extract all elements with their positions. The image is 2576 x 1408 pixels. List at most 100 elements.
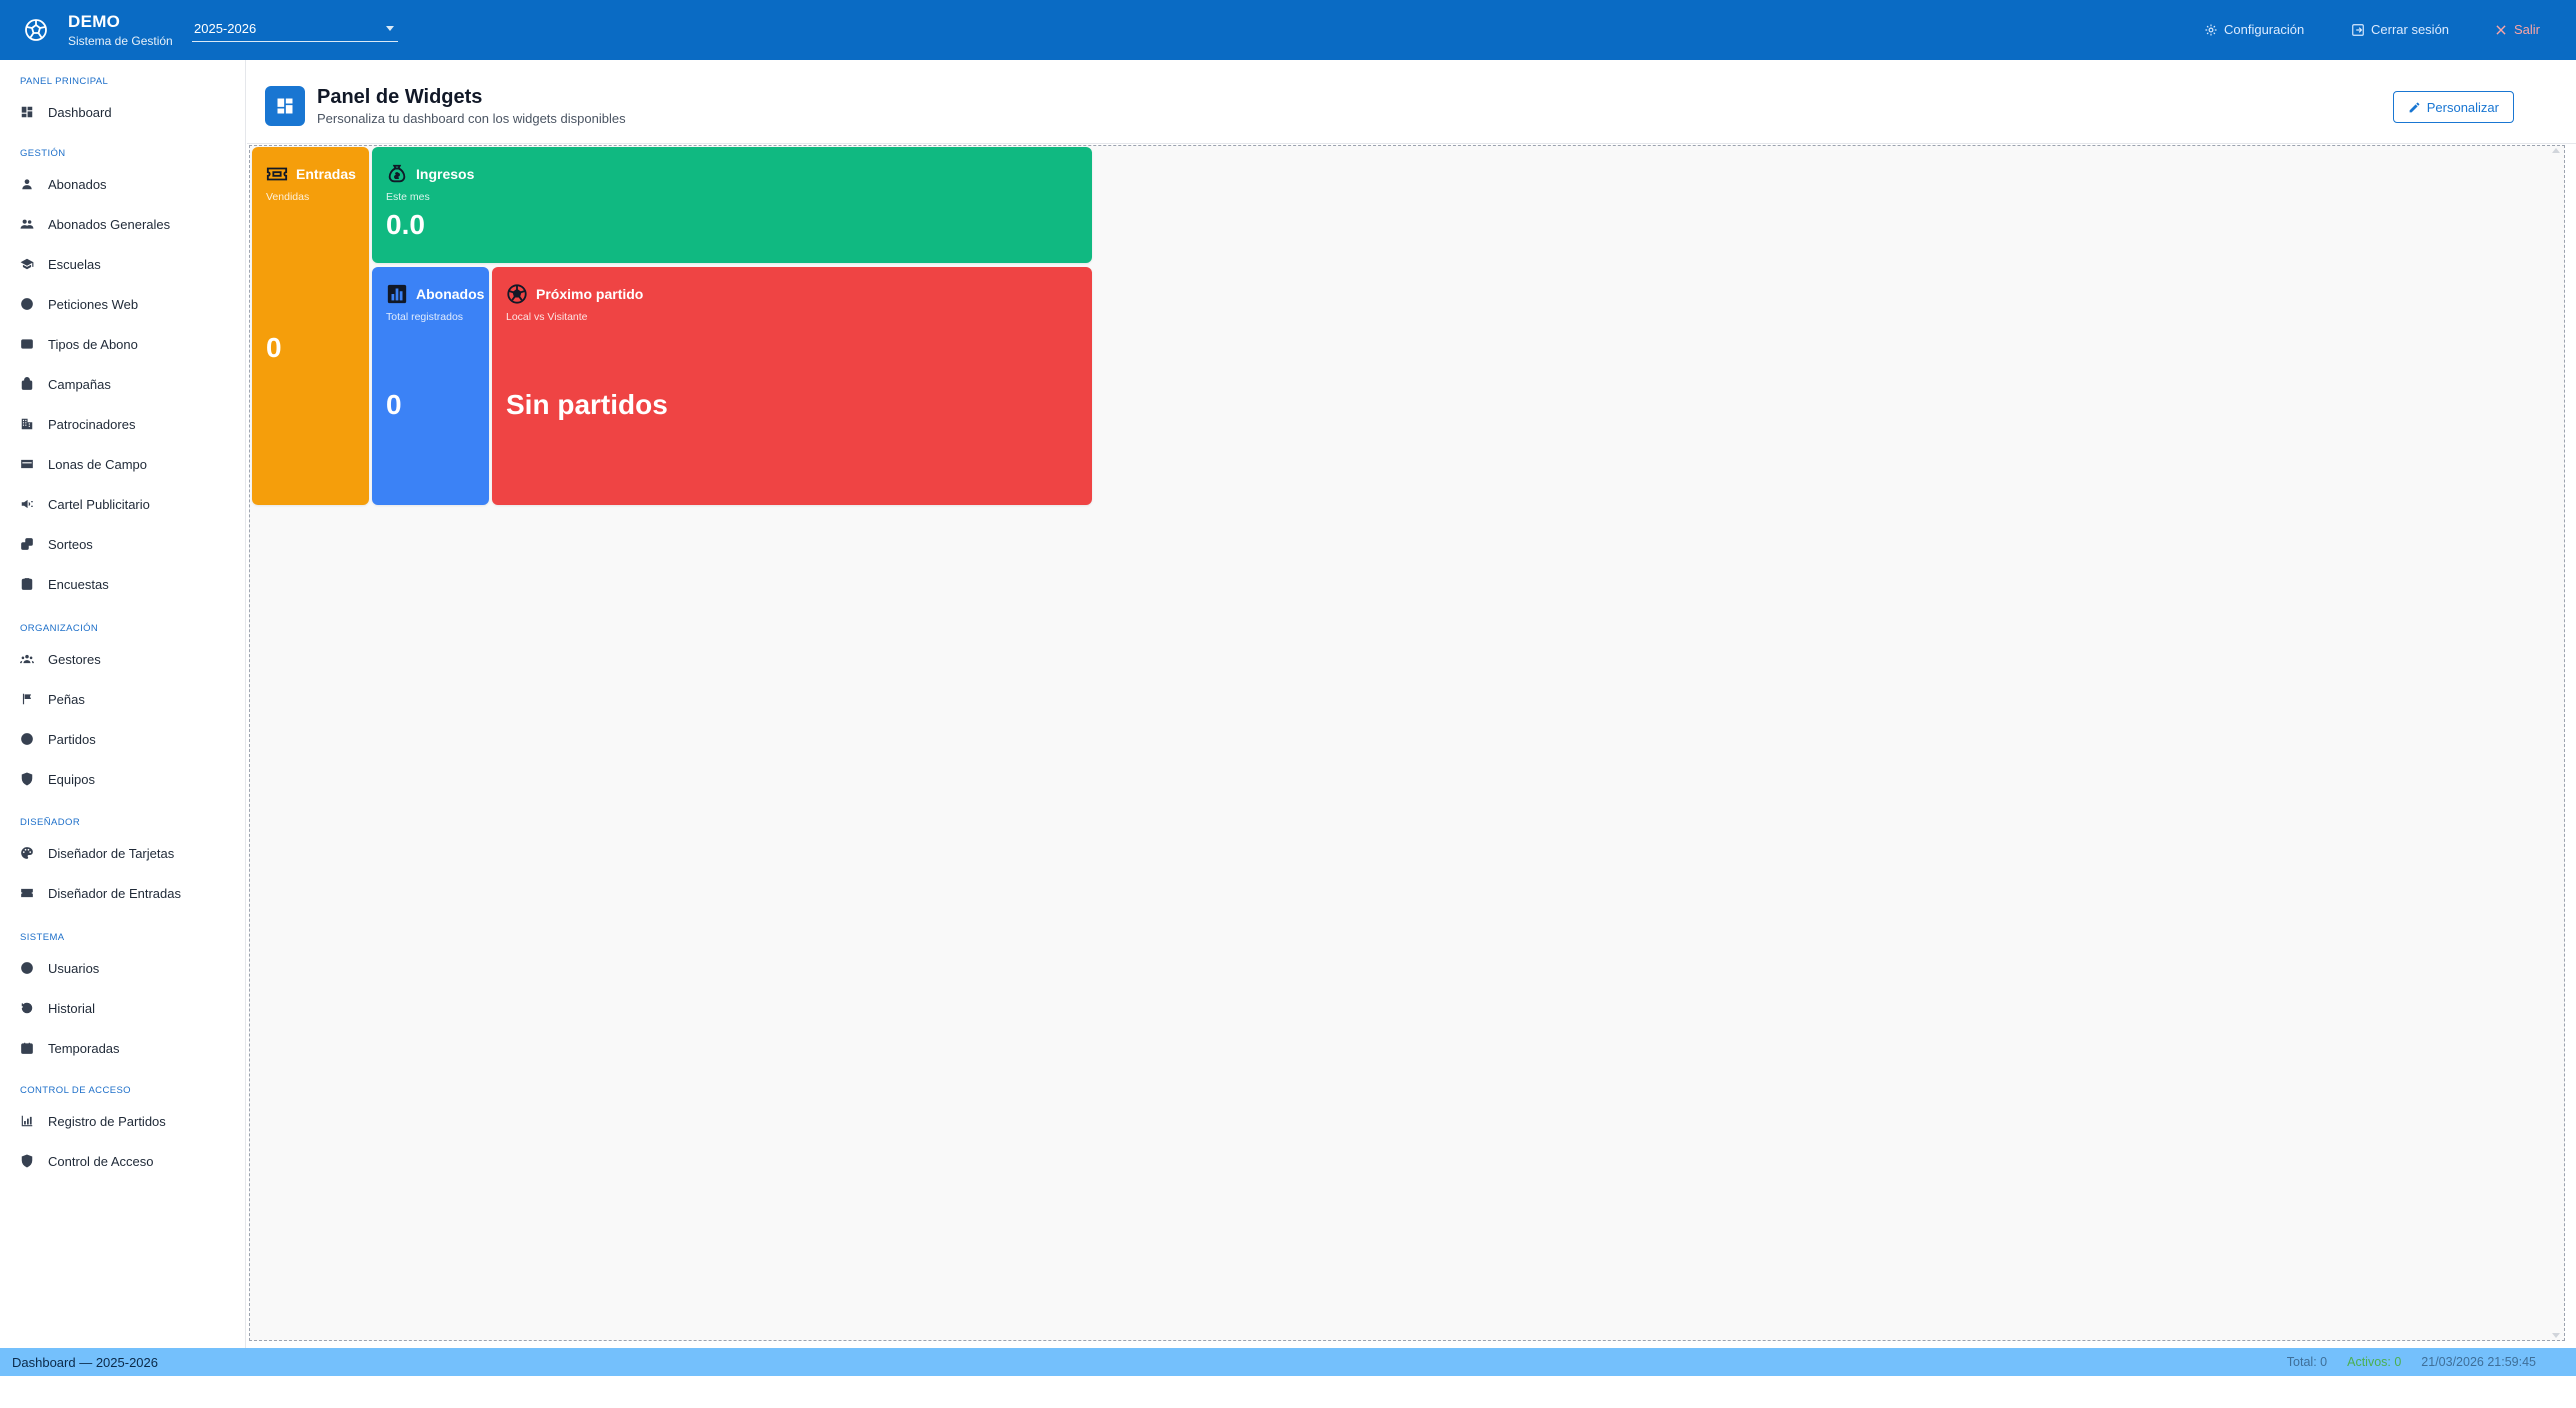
sidebar-item-label: Peticiones Web: [48, 296, 139, 312]
sidebar-item-label: Patrocinadores: [48, 416, 136, 432]
widget-subtitle: Vendidas: [266, 191, 310, 203]
exit-label: Salir: [2514, 22, 2541, 37]
close-icon: [2496, 24, 2506, 35]
scroll-down-arrow[interactable]: [2552, 1333, 2560, 1338]
sidebar-item-label: Escuelas: [48, 256, 101, 272]
palette-icon: [21, 847, 33, 859]
season-select[interactable]: 2025-2026: [192, 16, 398, 42]
bag-icon: [21, 377, 33, 390]
sidebar-item-dashboard[interactable]: Dashboard: [0, 96, 246, 128]
widget-header: Abonados: [386, 283, 484, 305]
widget-value: 0: [266, 332, 282, 363]
megaphone-icon: [21, 499, 33, 509]
bar-chart-icon: [21, 1115, 33, 1127]
section-gestion: GESTIÓN: [20, 148, 66, 159]
sidebar-item-label: Sorteos: [48, 536, 93, 552]
widget-title: Próximo partido: [536, 286, 644, 302]
sidebar: PANEL PRINCIPAL Dashboard GESTIÓN Abonad…: [0, 60, 246, 1348]
sidebar-item-label: Gestores: [48, 651, 101, 667]
widget-value: Sin partidos: [506, 389, 668, 420]
page-title: Panel de Widgets: [317, 86, 483, 108]
gear-icon: [2205, 23, 2217, 36]
ticket-icon: [266, 167, 288, 181]
brand-title: DEMO: [68, 12, 121, 31]
groups-icon: [20, 654, 34, 664]
sidebar-item-partidos[interactable]: Partidos: [0, 723, 246, 755]
pencil-icon: [2409, 102, 2420, 112]
sidebar-item-label: Diseñador de Tarjetas: [48, 845, 175, 861]
sidebar-item-abonados-generales[interactable]: Abonados Generales: [0, 208, 246, 240]
status-location: Dashboard — 2025-2026: [12, 1355, 158, 1370]
clipboard-icon: [21, 578, 33, 590]
customize-button[interactable]: Personalizar: [2392, 91, 2514, 123]
scroll-up-arrow[interactable]: [2552, 148, 2560, 153]
widget-header: Ingresos: [386, 163, 474, 185]
status-counters: Total: 0 Activos: 0 21/03/2026 21:59:45: [2287, 1355, 2536, 1369]
sidebar-item-label: Tipos de Abono: [48, 336, 138, 352]
shield-icon: [21, 772, 33, 786]
person-icon: [22, 179, 32, 190]
sidebar-item-cartel-publicitario[interactable]: Cartel Publicitario: [0, 488, 246, 520]
sidebar-item-label: Historial: [48, 1000, 95, 1016]
sidebar-item-label: Abonados: [48, 176, 107, 192]
sidebar-item-sorteos[interactable]: Sorteos: [0, 528, 246, 560]
sidebar-item-usuarios[interactable]: Usuarios: [0, 952, 246, 984]
money-bag-icon: [388, 164, 406, 183]
logout-label: Cerrar sesión: [2371, 22, 2450, 37]
config-button[interactable]: Configuración: [2204, 22, 2304, 37]
section-panel-principal: PANEL PRINCIPAL: [20, 76, 109, 87]
soccer-ball-icon[interactable]: [24, 18, 48, 42]
sidebar-item-disenador-tarjetas[interactable]: Diseñador de Tarjetas: [0, 837, 246, 869]
sidebar-item-peticiones-web[interactable]: Peticiones Web: [0, 288, 246, 320]
school-icon: [20, 258, 34, 270]
widget-ingresos[interactable]: Ingresos Este mes 0.0: [372, 147, 1092, 263]
sidebar-item-label: Temporadas: [48, 1040, 120, 1056]
widget-subtitle: Este mes: [386, 191, 430, 203]
sidebar-item-temporadas[interactable]: Temporadas: [0, 1032, 246, 1064]
widget-title: Abonados: [416, 286, 485, 302]
status-datetime: 21/03/2026 21:59:45: [2421, 1355, 2536, 1369]
section-organizacion: ORGANIZACIÓN: [20, 623, 99, 634]
sidebar-item-equipos[interactable]: Equipos: [0, 763, 246, 795]
sidebar-item-abonados[interactable]: Abonados: [0, 168, 246, 200]
section-sistema: SISTEMA: [20, 932, 65, 943]
widget-subtitle: Total registrados: [386, 311, 464, 323]
page-header: Panel de Widgets Personaliza tu dashboar…: [247, 60, 2576, 144]
sidebar-item-gestores[interactable]: Gestores: [0, 643, 246, 675]
bar-chart-icon: [387, 284, 407, 304]
sidebar-item-label: Registro de Partidos: [48, 1113, 166, 1129]
sidebar-item-label: Diseñador de Entradas: [48, 885, 181, 901]
sidebar-item-control-acceso[interactable]: Control de Acceso: [0, 1145, 246, 1177]
status-total: Total: 0: [2286, 1355, 2328, 1369]
sidebar-item-disenador-entradas[interactable]: Diseñador de Entradas: [0, 877, 246, 909]
page-subtitle: Personaliza tu dashboard con los widgets…: [317, 111, 626, 126]
sidebar-item-tipos-de-abono[interactable]: Tipos de Abono: [0, 328, 246, 360]
sidebar-item-label: Control de Acceso: [48, 1153, 154, 1169]
widget-proximo-partido[interactable]: Próximo partido Local vs Visitante Sin p…: [492, 267, 1092, 505]
sidebar-item-campanas[interactable]: Campañas: [0, 368, 246, 400]
sidebar-item-encuestas[interactable]: Encuestas: [0, 568, 246, 600]
season-value: 2025-2026: [194, 21, 257, 36]
widget-abonados[interactable]: Abonados Total registrados 0: [372, 267, 489, 505]
sidebar-item-patrocinadores[interactable]: Patrocinadores: [0, 408, 246, 440]
widget-entradas[interactable]: Entradas Vendidas 0: [252, 147, 369, 505]
ticket-icon: [21, 888, 33, 898]
section-control-acceso: CONTROL DE ACCESO: [20, 1085, 131, 1096]
status-active: Activos: 0: [2347, 1355, 2402, 1369]
sidebar-item-registro-partidos[interactable]: Registro de Partidos: [0, 1105, 246, 1137]
widget-canvas: Entradas Vendidas 0 Ingresos Este mes 0.…: [249, 145, 2565, 1341]
sidebar-item-historial[interactable]: Historial: [0, 992, 246, 1024]
widget-title: Entradas: [296, 166, 356, 182]
sidebar-item-label: Peñas: [48, 691, 85, 707]
sidebar-item-lonas-de-campo[interactable]: Lonas de Campo: [0, 448, 246, 480]
chevron-down-icon: [386, 26, 394, 31]
logout-button[interactable]: Cerrar sesión: [2351, 22, 2449, 37]
group-icon: [20, 219, 34, 229]
section-disenador: DISEÑADOR: [20, 817, 81, 828]
sidebar-item-label: Usuarios: [48, 960, 100, 976]
exit-button[interactable]: Salir: [2494, 22, 2540, 37]
sidebar-item-escuelas[interactable]: Escuelas: [0, 248, 246, 280]
sidebar-item-penas[interactable]: Peñas: [0, 683, 246, 715]
ball-icon: [21, 733, 33, 745]
widget-subtitle: Local vs Visitante: [506, 311, 588, 323]
